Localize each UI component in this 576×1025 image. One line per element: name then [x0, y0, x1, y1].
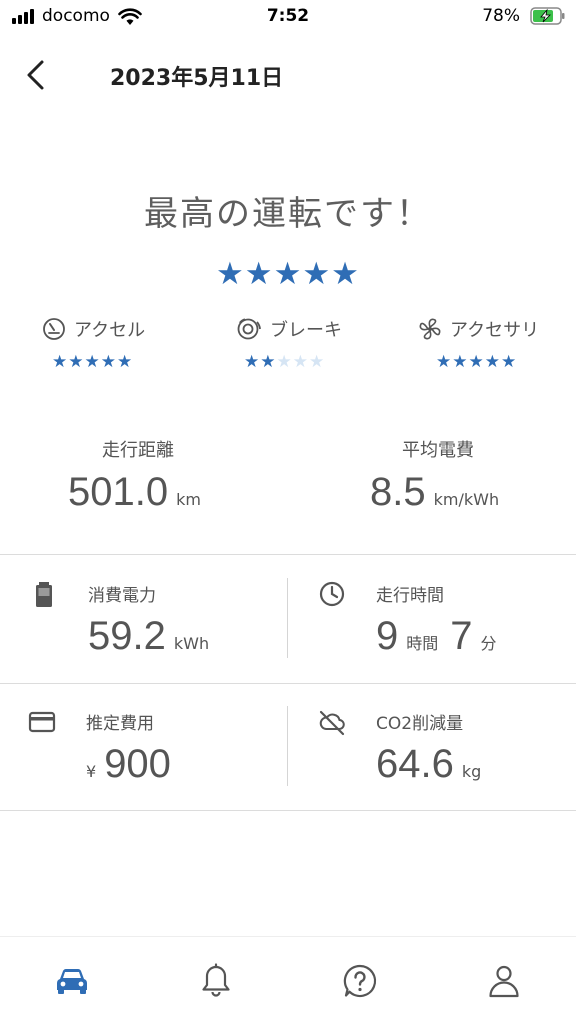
battery-icon: [36, 582, 52, 607]
minutes-number: 7: [450, 614, 473, 658]
hours-unit: 時間: [406, 634, 439, 653]
gauge-icon: [43, 318, 65, 340]
distance-number: 501.0: [68, 470, 169, 514]
rating-headline: 最高の運転です！: [144, 194, 432, 234]
efficiency-label: 平均電費: [402, 440, 474, 461]
efficiency-value: 8.5 km/kWh: [370, 470, 499, 515]
category-accel: アクセル: [42, 316, 145, 342]
star-empty-icon: ★: [276, 352, 293, 372]
distance-label: 走行距離: [102, 440, 174, 461]
category-brake: ブレーキ: [236, 316, 342, 342]
power-value: 59.2 kWh: [88, 614, 209, 659]
star-empty-icon: ★: [292, 352, 309, 372]
divider: [0, 683, 576, 684]
star-filled-icon: ★: [52, 352, 69, 372]
co2-value: 64.6 kg: [376, 742, 481, 787]
star-filled-icon: ★: [84, 352, 101, 372]
hours-number: 9: [376, 614, 399, 658]
category-label: ブレーキ: [270, 320, 342, 341]
star-empty-icon: ★: [309, 352, 326, 372]
page-title: 2023年5月11日: [110, 66, 284, 91]
currency-symbol: ¥: [86, 762, 97, 781]
star-filled-icon: ★: [260, 352, 277, 372]
star-filled-icon: ★: [452, 352, 469, 372]
divider: [287, 706, 288, 786]
co2-number: 64.6: [376, 742, 454, 786]
power-unit: kWh: [173, 634, 210, 653]
status-bar: docomo 7:52 78%: [0, 0, 576, 36]
category-label: アクセサリ: [450, 320, 540, 341]
battery-percent: 78%: [482, 6, 520, 26]
efficiency-number: 8.5: [370, 470, 426, 514]
category-stars-accessory: ★★★★★: [436, 352, 517, 372]
battery-charging-icon: [530, 7, 565, 25]
star-filled-icon: ★: [68, 352, 85, 372]
distance-unit: km: [176, 490, 201, 509]
divider: [0, 554, 576, 555]
minutes-unit: 分: [480, 634, 497, 653]
category-stars-accel: ★★★★★: [52, 352, 133, 372]
divider: [0, 810, 576, 811]
cost-label: 推定費用: [86, 714, 154, 734]
star-filled-icon: ★: [100, 352, 117, 372]
distance-value: 501.0 km: [68, 470, 201, 515]
cloud-off-icon: [319, 710, 345, 736]
brake-icon: [237, 318, 261, 340]
clock-icon: [319, 581, 345, 607]
category-accessory: アクセサリ: [418, 316, 539, 342]
star-filled-icon: ★: [436, 352, 453, 372]
card-icon: [28, 711, 56, 733]
bottom-nav: [0, 936, 576, 1025]
bell-icon[interactable]: [196, 961, 236, 1001]
drive-time-value: 9 時間 7 分: [376, 614, 497, 659]
star-filled-icon: ★: [117, 352, 134, 372]
co2-unit: kg: [461, 762, 482, 781]
cost-value: ¥ 900: [86, 742, 171, 787]
drive-time-label: 走行時間: [376, 586, 444, 606]
co2-label: CO2削減量: [376, 714, 464, 734]
star-filled-icon: ★: [468, 352, 485, 372]
power-number: 59.2: [88, 614, 166, 658]
help-icon[interactable]: [340, 961, 380, 1001]
divider: [287, 578, 288, 658]
star-filled-icon: ★: [484, 352, 501, 372]
star-filled-icon: ★: [501, 352, 518, 372]
overall-rating-stars: ★★★★★: [216, 256, 360, 292]
category-label: アクセル: [74, 320, 146, 341]
efficiency-unit: km/kWh: [433, 490, 500, 509]
back-button[interactable]: [22, 58, 52, 92]
power-label: 消費電力: [88, 586, 156, 606]
category-stars-brake: ★★★★★: [244, 352, 325, 372]
fan-icon: [419, 318, 441, 340]
car-icon[interactable]: [52, 961, 92, 1001]
cost-number: 900: [104, 742, 171, 786]
person-icon[interactable]: [484, 961, 524, 1001]
star-filled-icon: ★: [244, 352, 261, 372]
